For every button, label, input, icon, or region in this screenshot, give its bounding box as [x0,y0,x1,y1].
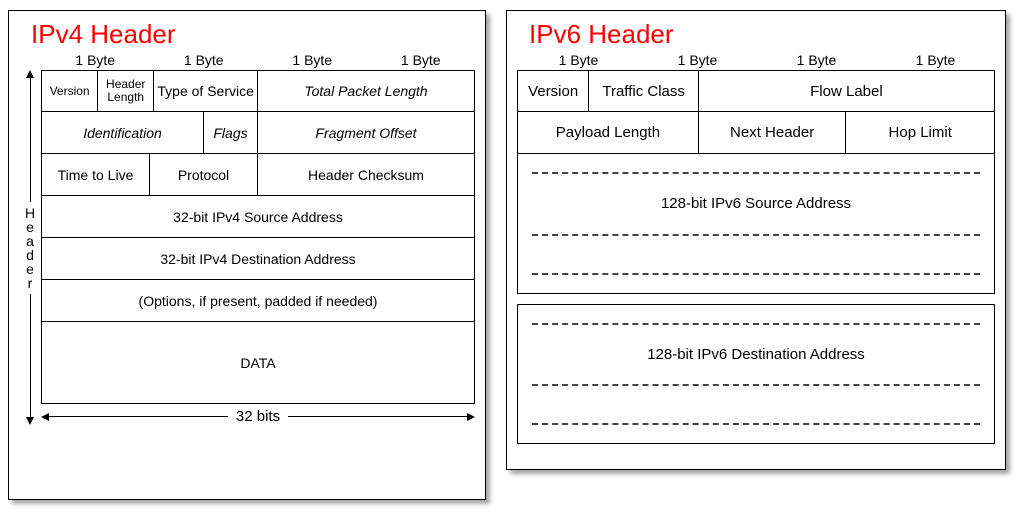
byte-label: 1 Byte [258,52,367,68]
field-tos: Type of Service [154,71,258,111]
ipv6-byte-row: 1 Byte 1 Byte 1 Byte 1 Byte [519,52,995,68]
field-flow-label: Flow Label [699,71,994,111]
field-payload-length: Payload Length [518,112,699,153]
ipv6-grid: Version Traffic Class Flow Label Payload… [517,70,995,444]
field-src-addr-block: 128-bit IPv6 Source Address [517,154,995,294]
ipv6-title: IPv6 Header [529,19,995,50]
field-fragment-offset: Fragment Offset [258,112,474,153]
field-src-addr: 128-bit IPv6 Source Address [518,193,994,214]
field-traffic-class: Traffic Class [589,71,698,111]
field-checksum: Header Checksum [258,154,474,195]
ipv4-grid: Version Header Length Type of Service To… [41,70,475,425]
field-options: (Options, if present, padded if needed) [42,280,474,321]
field-dst-addr-block: 128-bit IPv6 Destination Address [517,304,995,444]
field-header-length: Header Length [98,71,154,111]
arrow-left-icon [41,413,49,421]
byte-label: 1 Byte [757,52,876,68]
byte-label: 1 Byte [367,52,476,68]
byte-label: 1 Byte [150,52,259,68]
arrow-up-icon [26,70,34,78]
ipv4-title: IPv4 Header [31,19,475,50]
arrow-right-icon [467,413,475,421]
ipv4-panel: IPv4 Header 1 Byte 1 Byte 1 Byte 1 Byte … [8,10,486,500]
field-data: DATA [42,322,474,403]
field-hop-limit: Hop Limit [846,112,994,153]
field-ttl: Time to Live [42,154,150,195]
field-flags: Flags [204,112,258,153]
byte-label: 1 Byte [519,52,638,68]
field-identification: Identification [42,112,204,153]
field-total-length: Total Packet Length [258,71,474,111]
byte-label: 1 Byte [638,52,757,68]
field-dst-addr: 32-bit IPv4 Destination Address [42,238,474,279]
field-next-header: Next Header [699,112,847,153]
field-protocol: Protocol [150,154,258,195]
field-version: Version [42,71,98,111]
header-vertical-label: H e a d e r [19,70,41,425]
arrow-down-icon [26,417,34,425]
field-version: Version [518,71,589,111]
ipv4-byte-row: 1 Byte 1 Byte 1 Byte 1 Byte [41,52,475,68]
field-src-addr: 32-bit IPv4 Source Address [42,196,474,237]
byte-label: 1 Byte [876,52,995,68]
byte-label: 1 Byte [41,52,150,68]
bits-width-label: 32 bits [41,408,475,425]
ipv6-panel: IPv6 Header 1 Byte 1 Byte 1 Byte 1 Byte … [506,10,1006,470]
field-dst-addr: 128-bit IPv6 Destination Address [518,344,994,365]
